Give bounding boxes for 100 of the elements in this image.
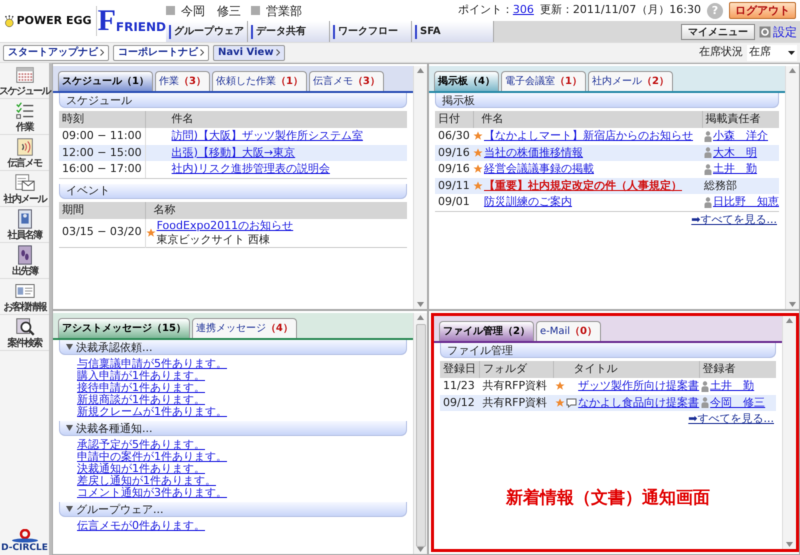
scroll-up-icon[interactable] (417, 315, 424, 320)
date-cell: 09/12 (440, 394, 480, 411)
person-icon (701, 397, 710, 408)
scrollbar[interactable] (413, 313, 427, 554)
section-header: イベント (59, 184, 407, 198)
collapse-icon[interactable] (66, 344, 73, 350)
link[interactable]: 与信稟議申請が5件あります。 (77, 358, 227, 370)
panel-tab[interactable]: 依頼した作業（1） (212, 71, 307, 91)
date-cell: 09/16 (435, 144, 473, 161)
link[interactable]: 決裁通知が1件あります。 (77, 463, 205, 475)
link[interactable]: 伝言メモが0件あります。 (77, 520, 205, 532)
link[interactable]: 土井 勤 (710, 378, 754, 394)
column-header: 登録者 (699, 361, 776, 378)
scrollbar[interactable] (413, 66, 427, 309)
gear-icon[interactable] (759, 26, 771, 38)
caret-icon (788, 50, 795, 54)
link[interactable]: 申請中の案件が1件あります。 (77, 451, 227, 463)
scroll-up-icon[interactable] (786, 318, 793, 323)
panel-tab[interactable]: 伝言メモ（3） (308, 71, 384, 91)
nav-tab[interactable]: データ共有 (248, 21, 330, 42)
annotation-text: 新着情報（文書）通知画面 (506, 486, 710, 510)
link[interactable]: 新規商談が1件あります。 (77, 394, 205, 406)
link[interactable]: ザッツ製作所向け提案書 (578, 378, 700, 394)
scrollbar[interactable] (785, 66, 799, 309)
sidebar-item[interactable]: 伝言メモ (0, 135, 49, 171)
panel-tab[interactable]: 連携メッセージ（4） (192, 318, 297, 338)
link[interactable]: 購入申請が1件あります。 (77, 370, 205, 382)
link[interactable]: 【重要】社内規定改定の件（人事規定） (484, 178, 682, 194)
navi-button[interactable]: Navi View (213, 44, 285, 60)
event-location: 東京ビックサイト 西棟 (156, 232, 272, 246)
sidebar-item[interactable]: 社内メール (0, 171, 49, 207)
panel-tab[interactable]: 掲示板（4） (434, 71, 499, 91)
navi-button[interactable]: スタートアップナビ (3, 44, 109, 60)
settings-link[interactable]: 設定 (773, 22, 797, 40)
panel-tab[interactable]: ファイル管理（2） (439, 321, 534, 341)
section-header: 決裁各種通知... (59, 421, 407, 436)
column-header: 登録日 (440, 361, 480, 378)
link[interactable]: FoodExpo2011のお知らせ (156, 218, 294, 232)
link[interactable]: 今岡 修三 (710, 394, 766, 411)
link[interactable]: なかよし食品向け提案書 (578, 394, 700, 411)
my-menu-button[interactable]: マイメニュー (681, 24, 755, 40)
person-icon (701, 380, 710, 392)
panel-tab[interactable]: e-Mail（0） (536, 321, 602, 341)
link[interactable]: コメント通知が3件あります。 (77, 487, 227, 499)
link[interactable]: 日比野 知恵 (713, 194, 779, 210)
panel-tab[interactable]: 電子会議室（1） (500, 71, 586, 91)
sidebar-item[interactable]: お客様情報 (0, 279, 49, 315)
presence-label: 在席状況 (699, 44, 743, 60)
sidebar-item[interactable]: 出先簿 (0, 243, 49, 279)
scrollbar-thumb[interactable] (416, 324, 426, 547)
link[interactable]: ➡すべてを見る... (688, 411, 774, 428)
link[interactable]: ➡すべてを見る... (691, 212, 777, 228)
panel-tab[interactable]: スケジュール（1） (58, 71, 153, 91)
link[interactable]: 接待申請が1件あります。 (77, 382, 205, 394)
time-cell: 16:00 − 17:00 (59, 161, 146, 178)
link[interactable]: 経営会議議事録の掲載 (484, 161, 594, 178)
collapse-icon[interactable] (66, 425, 73, 431)
column-header: 件名 (145, 111, 407, 128)
link[interactable]: 差戻し通知が1件あります。 (77, 475, 216, 487)
sidebar-item[interactable]: 案件検索 (0, 315, 49, 351)
link[interactable]: 【なかよしマート】新宿店からのお知らせ (484, 128, 693, 144)
date-cell: 09/11 (435, 178, 473, 194)
nav-tab[interactable]: SFA (412, 21, 494, 42)
navi-button[interactable]: コーポレートナビ (113, 44, 209, 60)
time-cell: 12:00 − 15:00 (59, 144, 146, 161)
scroll-down-icon[interactable] (417, 302, 424, 307)
nav-tab[interactable]: ワークフロー (330, 21, 412, 42)
column-header: 掲載責任者 (702, 111, 779, 128)
link[interactable]: 防災訓練のご案内 (484, 194, 572, 210)
link[interactable]: 社内)リスク進捗管理表の説明会 (172, 162, 330, 175)
logo-icon (10, 529, 40, 543)
link[interactable]: 訪問)【大阪】ザッツ製作所システム室 (172, 129, 363, 142)
scroll-down-icon[interactable] (786, 542, 793, 547)
points-link[interactable]: 306 (512, 2, 534, 19)
poster-name: 総務部 (704, 178, 737, 194)
column-header: 時刻 (59, 111, 146, 128)
collapse-icon[interactable] (66, 506, 73, 512)
presence-select[interactable]: 在席 (747, 44, 797, 60)
user-name: 今岡 修三 (181, 2, 241, 20)
link[interactable]: 当社の株価推移情報 (484, 144, 583, 161)
nav-tab[interactable]: グループウェア (166, 21, 248, 42)
link[interactable]: 土井 勤 (713, 161, 757, 178)
scroll-down-icon[interactable] (789, 302, 796, 307)
sidebar-item[interactable]: 作業 (0, 99, 49, 135)
column-header: フォルダ (480, 361, 554, 378)
logout-button[interactable]: ログアウト (729, 2, 796, 19)
sidebar-item[interactable]: 社員名簿 (0, 207, 49, 243)
link[interactable]: 新規クレームが1件あります。 (77, 406, 227, 418)
link[interactable]: 大木 明 (713, 144, 757, 161)
link[interactable]: 小森 洋介 (713, 128, 768, 144)
link[interactable]: 承認予定が5件あります。 (77, 439, 205, 451)
chevron-icon (100, 49, 104, 56)
panel-tab[interactable]: 社内メール（2） (588, 71, 673, 91)
scroll-up-icon[interactable] (789, 68, 796, 73)
link[interactable]: 出張)【移動】大阪→東京 (172, 146, 296, 158)
section-header: 掲示板 (435, 93, 779, 108)
scrollbar[interactable] (782, 316, 796, 549)
panel-tab[interactable]: 作業（3） (154, 71, 210, 91)
panel-tab[interactable]: アシストメッセージ（15） (58, 318, 190, 338)
scroll-up-icon[interactable] (417, 68, 424, 73)
